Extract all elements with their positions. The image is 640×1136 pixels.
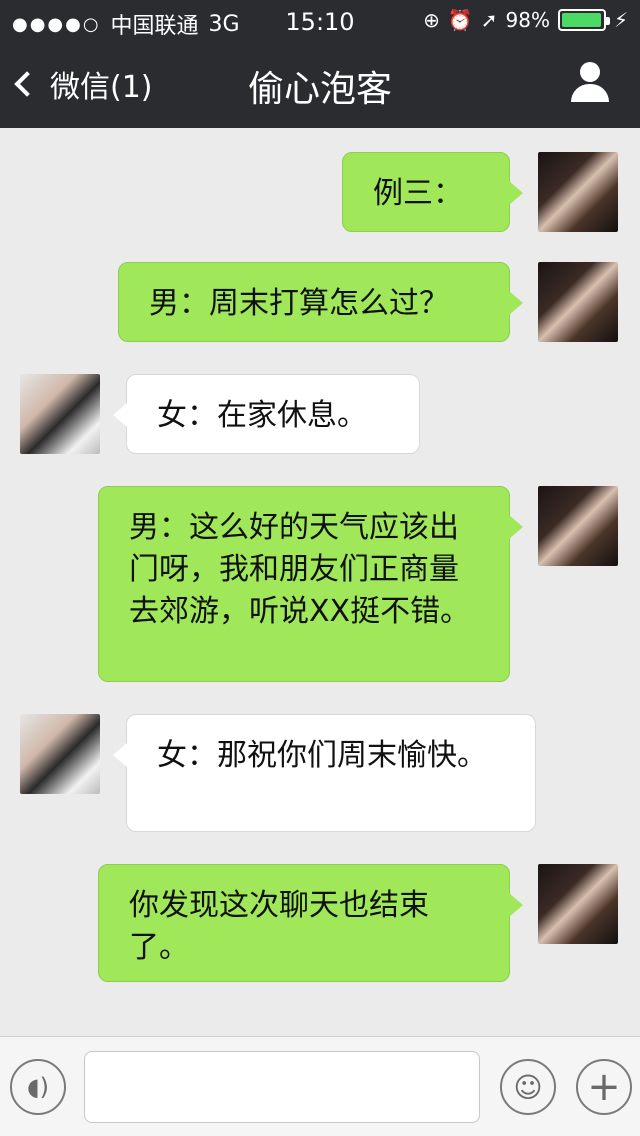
message-bubble-incoming[interactable]: 女：在家休息。 [113, 374, 420, 454]
top-bar: ●●●●○ 中国联通 3G 15:10 ⊕ ⏰ ➚ 98% ⚡ 微信(1) 偷心… [0, 0, 640, 128]
chat-area[interactable]: 例三： 男：周末打算怎么过？ 女：在家休息。 男：这么好的天气应该出门呀，我和朋… [0, 128, 640, 1036]
avatar-self[interactable] [538, 864, 618, 944]
battery-fill [561, 13, 602, 27]
lock-rotation-icon: ⊕ [423, 8, 440, 32]
plus-icon[interactable]: + [576, 1059, 632, 1115]
chat-title: 偷心泡客 [247, 69, 392, 110]
message-bubble-outgoing[interactable]: 例三： [342, 152, 523, 232]
voice-icon[interactable]: ◖) [10, 1059, 66, 1115]
input-bar: ◖) ☺ + [0, 1036, 640, 1136]
avatar-contact[interactable] [20, 374, 100, 454]
profile-icon-head [580, 62, 600, 82]
profile-icon[interactable] [570, 62, 610, 102]
message-bubble-outgoing[interactable]: 男：周末打算怎么过？ [118, 262, 523, 342]
status-right: ⊕ ⏰ ➚ 98% ⚡ [423, 8, 628, 32]
avatar-self[interactable] [538, 152, 618, 232]
alarm-icon: ⏰ [447, 8, 473, 32]
emoji-icon[interactable]: ☺ [500, 1059, 556, 1115]
avatar-self[interactable] [538, 486, 618, 566]
message-bubble-incoming[interactable]: 女：那祝你们周末愉快。 [113, 714, 536, 832]
profile-icon-body [571, 84, 609, 102]
message-bubble-outgoing[interactable]: 男：这么好的天气应该出门呀，我和朋友们正商量去郊游，听说XX挺不错。 [98, 486, 523, 682]
charging-icon: ⚡ [613, 8, 628, 32]
avatar-self[interactable] [538, 262, 618, 342]
battery-icon [557, 9, 610, 31]
nav-bar: 微信(1) 偷心泡客 [0, 40, 640, 128]
battery-percent: 98% [505, 8, 550, 32]
status-bar: ●●●●○ 中国联通 3G 15:10 ⊕ ⏰ ➚ 98% ⚡ [0, 0, 640, 40]
message-bubble-outgoing[interactable]: 你发现这次聊天也结束了。 [98, 864, 523, 982]
avatar-contact[interactable] [20, 714, 100, 794]
message-input[interactable] [84, 1051, 480, 1123]
location-icon: ➚ [480, 8, 498, 32]
